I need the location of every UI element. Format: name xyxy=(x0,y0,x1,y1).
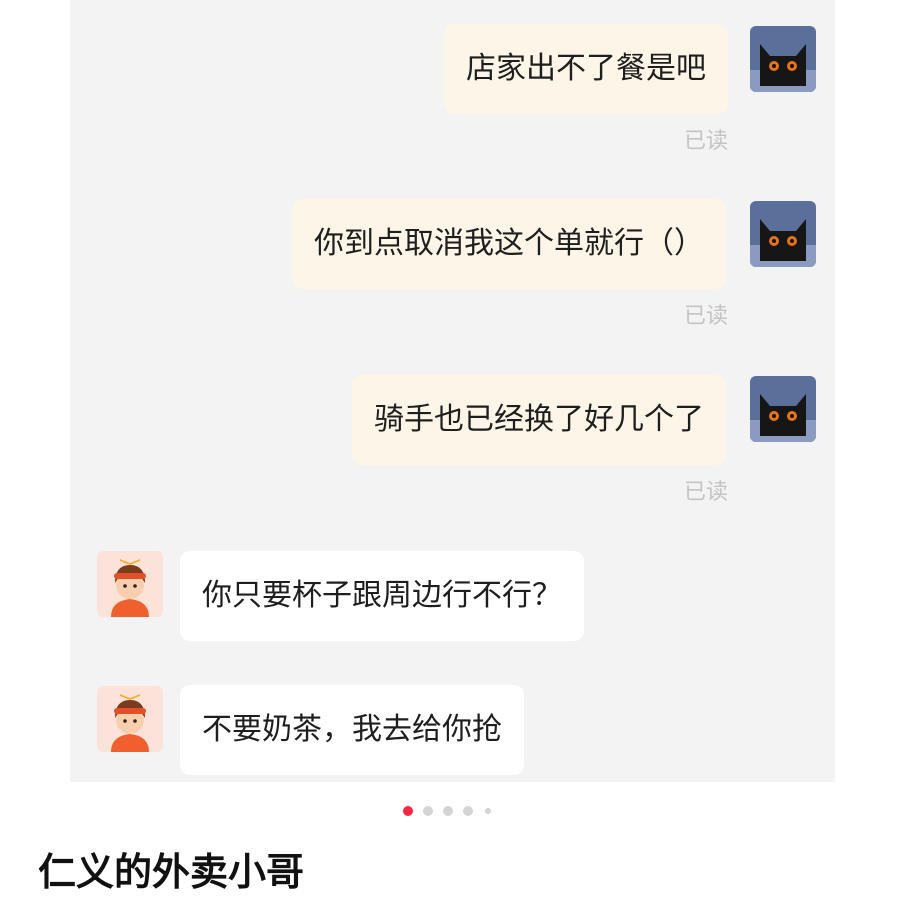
pager-dot[interactable] xyxy=(463,806,473,816)
read-status: 已读 xyxy=(684,304,729,329)
pager-dot-active[interactable] xyxy=(403,806,413,816)
message-bubble-self: 你到点取消我这个单就行（） xyxy=(292,199,726,289)
read-status: 已读 xyxy=(684,480,729,505)
black-cat-avatar-icon[interactable] xyxy=(750,26,816,92)
message-text: 你到点取消我这个单就行（） xyxy=(314,226,704,261)
black-cat-avatar-icon[interactable] xyxy=(750,201,816,267)
message-bubble-other: 不要奶茶，我去给你抢 xyxy=(180,685,524,775)
message-bubble-self: 店家出不了餐是吧 xyxy=(444,24,728,114)
pager-dot[interactable] xyxy=(423,806,433,816)
pager-dot[interactable] xyxy=(485,808,491,814)
message-bubble-other: 你只要杯子跟周边行不行？ xyxy=(180,551,584,641)
delivery-boy-avatar-icon[interactable] xyxy=(97,686,163,752)
post-title: 仁义的外卖小哥 xyxy=(38,850,305,894)
message-bubble-self: 骑手也已经换了好几个了 xyxy=(352,375,726,465)
message-text: 店家出不了餐是吧 xyxy=(466,51,706,86)
message-text: 骑手也已经换了好几个了 xyxy=(374,402,704,437)
delivery-boy-avatar-icon[interactable] xyxy=(97,551,163,617)
image-pager[interactable] xyxy=(400,803,500,819)
message-text: 不要奶茶，我去给你抢 xyxy=(202,712,502,747)
black-cat-avatar-icon[interactable] xyxy=(750,376,816,442)
pager-dot[interactable] xyxy=(443,806,453,816)
message-text: 你只要杯子跟周边行不行？ xyxy=(202,578,562,613)
read-status: 已读 xyxy=(684,129,729,154)
